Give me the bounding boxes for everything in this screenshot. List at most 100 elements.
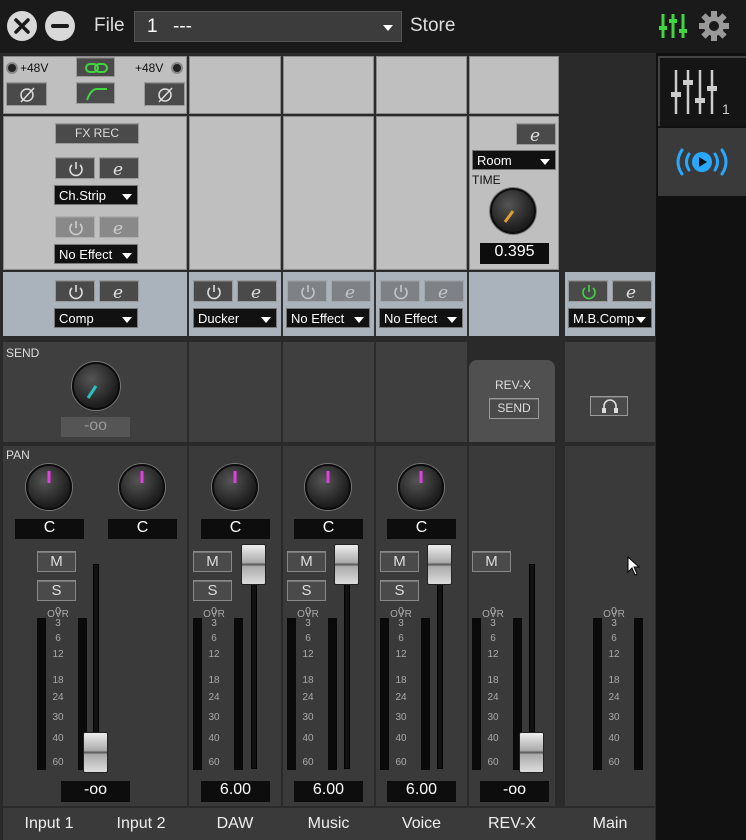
reverb-type-value: Room [477, 153, 512, 168]
tab-mixer[interactable]: 1 [658, 56, 746, 126]
effect2-edit-button[interactable]: e [99, 216, 139, 239]
knob-pointer [47, 471, 51, 483]
tab-streaming[interactable] [658, 128, 746, 196]
pan-value-input2: C [108, 519, 177, 539]
effect1-edit-button[interactable]: e [99, 157, 139, 180]
svg-text:e: e [113, 283, 123, 303]
pan-label: PAN [6, 448, 30, 462]
fader-music[interactable] [334, 544, 359, 585]
svg-text:e: e [626, 283, 636, 303]
meter-scale-label: 18 [487, 675, 499, 686]
phantom-led-left[interactable] [6, 62, 18, 74]
meter-scale-label: 60 [608, 757, 620, 768]
input-insert-power-button[interactable] [55, 280, 95, 302]
meter-scale-label: 3 [490, 618, 496, 629]
chevron-down-icon [383, 25, 393, 31]
fader-voice[interactable] [427, 544, 452, 585]
phantom-led-right[interactable] [171, 62, 183, 74]
mute-button-revx[interactable]: M [472, 551, 511, 572]
daw-insert-select[interactable]: Ducker [193, 308, 277, 328]
main-insert-select[interactable]: M.B.Comp [568, 308, 652, 328]
main-send-panel [565, 342, 655, 442]
phase-button-left[interactable] [6, 82, 47, 106]
mute-button-daw[interactable]: M [193, 551, 232, 572]
reverb-time-knob[interactable] [490, 188, 536, 234]
effect2-select[interactable]: No Effect [54, 244, 138, 264]
meter-scale-label: 0 [398, 606, 404, 617]
effect2-power-button[interactable] [55, 216, 95, 238]
music-insert-select[interactable]: No Effect [286, 308, 370, 328]
fader-input[interactable] [83, 732, 108, 773]
reverb-time-label: TIME [472, 173, 501, 187]
music-insert-power-button[interactable] [287, 280, 327, 302]
power-icon [69, 285, 83, 300]
fader-daw[interactable] [241, 544, 266, 585]
hpf-button[interactable] [76, 82, 115, 104]
solo-button-music[interactable]: S [287, 580, 326, 601]
edit-icon: e [345, 283, 355, 303]
power-icon [394, 285, 408, 300]
meter-scale-label: 40 [487, 733, 499, 744]
close-button[interactable] [7, 11, 37, 41]
solo-button-daw[interactable]: S [193, 580, 232, 601]
stereo-link-button[interactable] [76, 57, 115, 77]
meter-scale-label: 24 [608, 692, 620, 703]
pan-value-voice: C [387, 519, 456, 539]
pan-knob-input1[interactable] [26, 464, 72, 510]
daw-insert-edit-button[interactable]: e [237, 280, 277, 303]
pan-knob-input2[interactable] [119, 464, 165, 510]
voice-head-panel [376, 56, 467, 114]
mute-button-music[interactable]: M [287, 551, 326, 572]
pan-knob-music[interactable] [305, 464, 351, 510]
pan-knob-voice[interactable] [398, 464, 444, 510]
meter-scale-label: 30 [608, 712, 620, 723]
gear-icon[interactable] [698, 10, 730, 42]
fx-rec-button[interactable]: FX REC [55, 123, 139, 144]
pan-value-daw: C [201, 519, 270, 539]
fader-revx[interactable] [519, 732, 544, 773]
chevron-down-icon [122, 253, 132, 259]
daw-insert-power-button[interactable] [193, 280, 233, 302]
pan-value-input1: C [15, 519, 84, 539]
channel-label-input1: Input 1 [24, 815, 74, 832]
meter-scale-label: 3 [211, 618, 217, 629]
phantom-label-right: +48V [135, 61, 164, 75]
meter-scale-label: 3 [398, 618, 404, 629]
daw-head-panel [189, 56, 281, 114]
effect1-power-button[interactable] [55, 157, 95, 179]
voice-insert-power-button[interactable] [380, 280, 420, 302]
input-insert-edit-button[interactable]: e [99, 280, 139, 303]
music-insert-edit-button[interactable]: e [331, 280, 371, 303]
edit-icon: e [438, 283, 448, 303]
fader-track-voice [437, 564, 443, 769]
effect2-value: No Effect [59, 247, 113, 262]
meter-scale-label: 12 [395, 649, 407, 660]
headphone-button[interactable] [590, 396, 628, 416]
phase-button-right[interactable] [144, 82, 185, 106]
mute-button-input[interactable]: M [37, 551, 76, 572]
effect1-select[interactable]: Ch.Strip [54, 185, 138, 205]
reverb-edit-button[interactable]: e [516, 123, 556, 146]
input-insert-value: Comp [59, 311, 94, 326]
reverb-type-select[interactable]: Room [472, 150, 556, 170]
revx-label: REV-X [495, 378, 532, 392]
minimize-button[interactable] [45, 11, 75, 41]
main-insert-edit-button[interactable]: e [612, 280, 652, 303]
mute-button-voice[interactable]: M [380, 551, 419, 572]
solo-button-voice[interactable]: S [380, 580, 419, 601]
knob-pointer [419, 471, 423, 483]
solo-button-input[interactable]: S [37, 580, 76, 601]
store-button[interactable]: Store [410, 15, 455, 37]
revx-send-button[interactable]: SEND [489, 398, 539, 419]
input-insert-select[interactable]: Comp [54, 308, 138, 328]
chevron-down-icon [447, 317, 457, 323]
main-insert-power-button[interactable] [568, 280, 608, 302]
voice-insert-edit-button[interactable]: e [424, 280, 464, 303]
send-knob[interactable] [72, 362, 120, 410]
voice-insert-select[interactable]: No Effect [379, 308, 463, 328]
pan-knob-daw[interactable] [212, 464, 258, 510]
mixer-view-icon[interactable] [658, 11, 688, 41]
voice-send-panel [376, 342, 467, 442]
meter-scale-label: 0 [611, 606, 617, 617]
preset-select[interactable]: 1 --- [134, 11, 402, 42]
